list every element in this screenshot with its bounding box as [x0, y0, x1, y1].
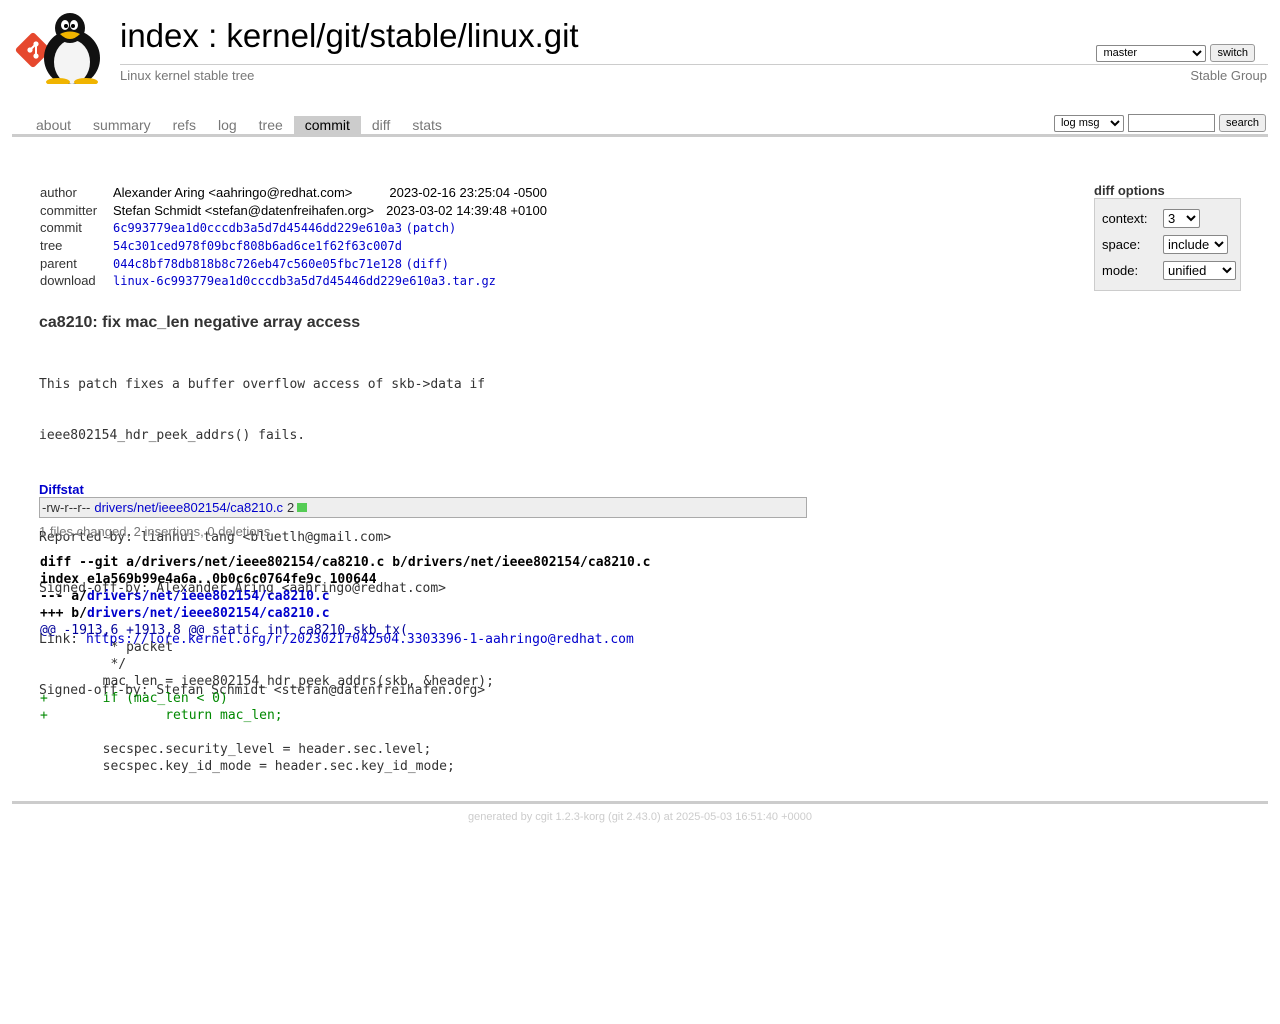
repo-link[interactable]: kernel/git/stable/linux.git	[226, 17, 578, 54]
footer-divider	[12, 801, 1268, 804]
tab-summary[interactable]: summary	[82, 116, 162, 135]
download-link[interactable]: linux-6c993779ea1d0cccdb3a5d7d45446dd229…	[113, 274, 496, 288]
git-tux-logo-icon	[15, 13, 100, 86]
tree-hash-link[interactable]: 54c301ced978f09bcf808b6ad6ce1f62f63c007d	[113, 239, 402, 253]
footer: generated by cgit 1.2.3-korg (git 2.43.0…	[0, 811, 1280, 823]
footer-git-version: (git 2.43.0)	[608, 811, 661, 823]
author-date: 2023-02-16 23:25:04 -0500	[389, 185, 547, 201]
diff-options-title: diff options	[1094, 183, 1165, 198]
header-divider	[120, 64, 1268, 65]
context-select[interactable]: 3	[1163, 209, 1200, 228]
committer-value: Stefan Schmidt <stefan@datenfreihafen.or…	[113, 202, 375, 218]
context-label: context:	[1102, 211, 1148, 226]
hunk-header: @@ -1913,6 +1913,8 @@ static int ca8210_…	[40, 623, 408, 638]
mode-label: mode:	[1102, 263, 1139, 278]
tab-stats[interactable]: stats	[401, 116, 453, 135]
tree-label: tree	[40, 238, 63, 254]
footer-prefix: generated by	[467, 811, 536, 823]
diff-added-line: + if (mac_len < 0)	[40, 691, 228, 706]
insertions-bar	[297, 503, 308, 512]
message-line: This patch fixes a buffer overflow acces…	[39, 377, 486, 392]
search-form: log msg search	[1053, 114, 1266, 132]
space-select[interactable]: include	[1163, 235, 1228, 254]
minus-prefix: --- a/	[40, 589, 87, 604]
diff-context-line: mac_len = ieee802154_hdr_peek_addrs(skb,…	[40, 674, 494, 689]
parent-row: parent 044c8bf78db818b8c726eb47c560e05fb…	[40, 254, 547, 272]
diff-view: diff --git a/drivers/net/ieee802154/ca82…	[40, 554, 650, 775]
diffstat-file-link[interactable]: drivers/net/ieee802154/ca8210.c	[94, 500, 283, 515]
space-label: space:	[1102, 237, 1141, 252]
commit-hash-link[interactable]: 6c993779ea1d0cccdb3a5d7d45446dd229e610a3	[113, 221, 402, 235]
author-value: Alexander Aring <aahringo@redhat.com>	[113, 185, 353, 201]
download-label: download	[40, 273, 96, 289]
footer-timestamp: at 2025-05-03 16:51:40 +0000	[660, 811, 813, 823]
mode-select[interactable]: unified	[1163, 261, 1236, 280]
plus-file-link[interactable]: drivers/net/ieee802154/ca8210.c	[87, 606, 330, 621]
commit-label: commit	[40, 220, 82, 236]
diffstat-summary: 1 files changed, 2 insertions, 0 deletio…	[39, 524, 271, 539]
diffstat-table: -rw-r--r-- drivers/net/ieee802154/ca8210…	[39, 497, 807, 518]
commit-row: commit 6c993779ea1d0cccdb3a5d7d45446dd22…	[40, 219, 547, 237]
cgit-link[interactable]: cgit 1.2.3-korg	[535, 811, 605, 823]
download-row: download linux-6c993779ea1d0cccdb3a5d7d4…	[40, 272, 547, 290]
parent-diff-link[interactable]: (diff)	[406, 257, 449, 271]
title-separator: :	[208, 17, 218, 54]
search-button[interactable]: search	[1218, 114, 1266, 132]
diff-context-line: */	[40, 657, 127, 672]
space-row: space: include	[1102, 235, 1228, 254]
index-link[interactable]: index	[120, 17, 199, 54]
tab-bar: about summary refs log tree commit diff …	[25, 116, 453, 135]
diff-plus-line: +++ b/drivers/net/ieee802154/ca8210.c	[40, 605, 650, 622]
parent-label: parent	[40, 255, 77, 271]
diffstat-link[interactable]: Diffstat	[39, 482, 84, 497]
committer-row: committer Stefan Schmidt <stefan@datenfr…	[40, 202, 547, 220]
page-title: index : kernel/git/stable/linux.git	[120, 17, 579, 55]
diff-context-line: secspec.security_level = header.sec.leve…	[40, 742, 432, 757]
diff-context-line: secspec.key_id_mode = header.sec.key_id_…	[40, 759, 455, 774]
tree-row: tree 54c301ced978f09bcf808b6ad6ce1f62f63…	[40, 237, 547, 255]
tab-about[interactable]: about	[25, 116, 82, 135]
tab-log[interactable]: log	[207, 116, 248, 135]
diff-added-line: + return mac_len;	[40, 708, 283, 723]
diff-options-panel: context: 3 space: include mode: unified	[1094, 198, 1241, 291]
diff-index-line: index e1a569b99e4a6a..0b0c6c0764fe9c 100…	[40, 572, 377, 587]
diff-minus-line: --- a/drivers/net/ieee802154/ca8210.c	[40, 588, 650, 605]
author-row: author Alexander Aring <aahringo@redhat.…	[40, 184, 547, 202]
message-line: ieee802154_hdr_peek_addrs() fails.	[39, 428, 306, 443]
commit-subject: ca8210: fix mac_len negative array acces…	[39, 314, 361, 331]
author-label: author	[40, 185, 77, 201]
message-line	[39, 478, 634, 495]
patch-link[interactable]: (patch)	[406, 221, 457, 235]
logo[interactable]	[14, 12, 110, 86]
branch-select[interactable]: master	[1096, 44, 1207, 62]
diff-context-line	[40, 724, 650, 741]
commit-info-table: author Alexander Aring <aahringo@redhat.…	[40, 184, 547, 290]
mode-row: mode: unified	[1102, 261, 1236, 280]
diff-git-line: diff --git a/drivers/net/ieee802154/ca82…	[40, 555, 651, 570]
tab-commit[interactable]: commit	[293, 116, 361, 135]
tab-tree[interactable]: tree	[248, 116, 294, 135]
repo-owner: Stable Group	[1190, 68, 1267, 83]
branch-switch-form: master switch	[1096, 44, 1255, 62]
search-mode-select[interactable]: log msg	[1053, 114, 1124, 132]
committer-date: 2023-03-02 14:39:48 +0100	[386, 202, 547, 218]
parent-hash-link[interactable]: 044c8bf78db818b8c726eb47c560e05fbc71e128	[113, 257, 402, 271]
committer-label: committer	[40, 202, 98, 218]
tab-refs[interactable]: refs	[162, 116, 207, 135]
search-input[interactable]	[1127, 114, 1215, 132]
diff-context-line: * packet	[40, 640, 174, 655]
tab-divider	[12, 134, 1268, 137]
file-mode: -rw-r--r--	[42, 500, 91, 515]
change-count: 2	[287, 500, 295, 515]
switch-button[interactable]: switch	[1210, 44, 1255, 62]
plus-prefix: +++ b/	[40, 606, 87, 621]
tab-diff[interactable]: diff	[361, 116, 401, 135]
context-row: context: 3	[1102, 209, 1200, 228]
minus-file-link[interactable]: drivers/net/ieee802154/ca8210.c	[87, 589, 330, 604]
repo-description: Linux kernel stable tree	[120, 68, 255, 83]
